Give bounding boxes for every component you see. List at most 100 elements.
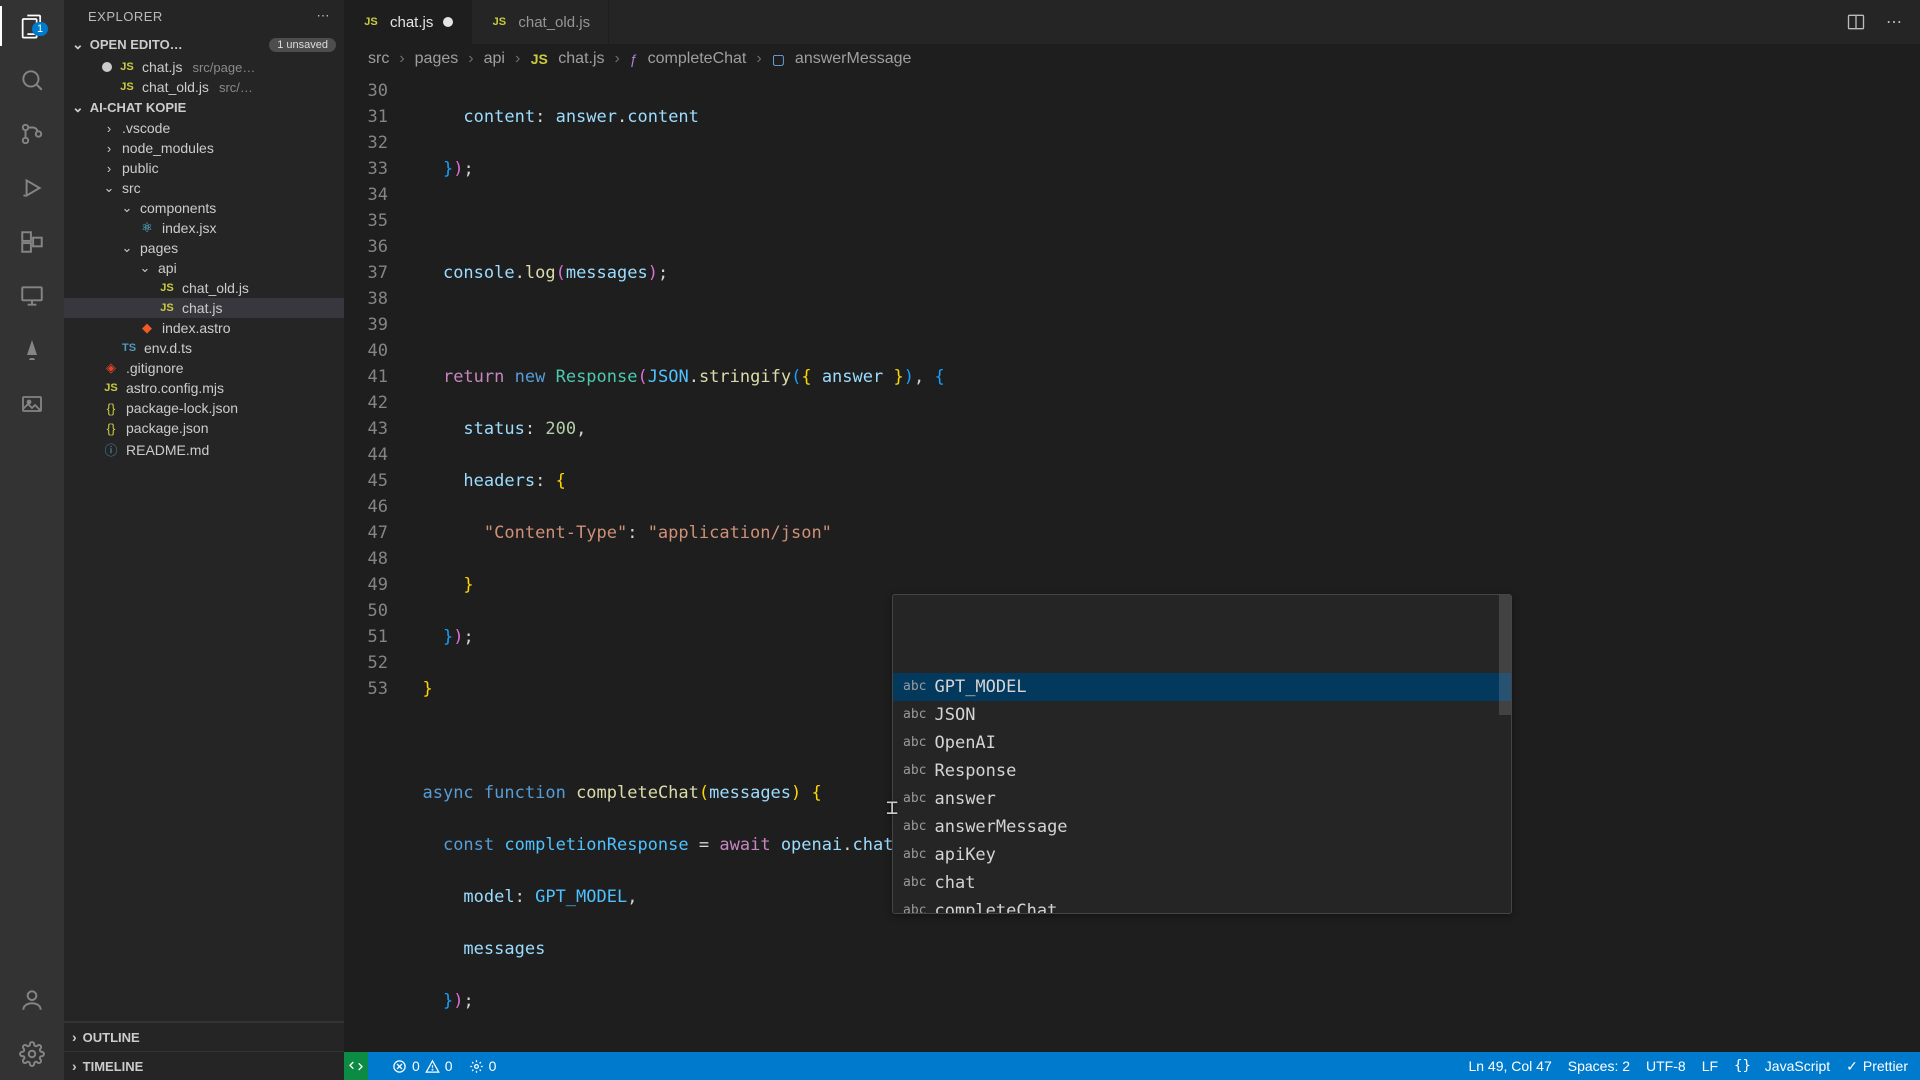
tree-folder[interactable]: ›public xyxy=(64,158,344,178)
status-encoding[interactable]: UTF-8 xyxy=(1646,1058,1686,1074)
tree-file[interactable]: JS astro.config.mjs xyxy=(64,378,344,398)
suggest-item[interactable]: abccompleteChat xyxy=(893,897,1511,914)
tree-folder[interactable]: ⌄api xyxy=(64,258,344,278)
code-editor[interactable]: 3031323334353637383940414243444546474849… xyxy=(344,74,1920,1052)
chevron-down-icon: ⌄ xyxy=(138,260,152,276)
text-suggestion-icon: abc xyxy=(903,898,926,914)
breadcrumb-item[interactable]: api xyxy=(484,50,505,68)
status-eol[interactable]: LF xyxy=(1702,1058,1718,1074)
text-suggestion-icon: abc xyxy=(903,674,926,700)
file-label: README.md xyxy=(126,442,209,458)
status-problems[interactable]: 0 0 xyxy=(392,1058,453,1074)
suggest-item[interactable]: abcOpenAI xyxy=(893,729,1511,757)
suggest-item[interactable]: abcanswerMessage xyxy=(893,813,1511,841)
dirty-dot-icon xyxy=(102,62,112,72)
tree-folder[interactable]: ⌄src xyxy=(64,178,344,198)
tree-file[interactable]: ◆index.astro xyxy=(64,318,344,338)
status-language[interactable]: {} JavaScript xyxy=(1734,1058,1830,1074)
status-warnings-count: 0 xyxy=(445,1058,453,1074)
source-control-icon[interactable] xyxy=(16,118,48,150)
sidebar-more-icon[interactable]: ⋯ xyxy=(317,8,331,24)
tab-chat-js[interactable]: JS chat.js xyxy=(344,0,472,44)
json-file-icon: {} xyxy=(102,401,120,416)
suggest-item[interactable]: abcJSON xyxy=(893,701,1511,729)
workspace-section[interactable]: ⌄ AI-CHAT KOPIE xyxy=(64,97,344,118)
tree-folder[interactable]: ⌄components xyxy=(64,198,344,218)
tree-file[interactable]: TSenv.d.ts xyxy=(64,338,344,358)
explorer-icon[interactable]: 1 xyxy=(16,10,48,42)
extensions-icon[interactable] xyxy=(16,226,48,258)
remote-indicator-icon[interactable] xyxy=(344,1052,368,1080)
chevron-down-icon: ⌄ xyxy=(120,200,134,216)
text-suggestion-icon: abc xyxy=(903,842,926,868)
minimap[interactable] xyxy=(1902,74,1920,1052)
tab-bar: JS chat.js JS chat_old.js ⋯ xyxy=(344,0,1920,44)
tree-file-selected[interactable]: JSchat.js xyxy=(64,298,344,318)
tree-file[interactable]: JSchat_old.js xyxy=(64,278,344,298)
suggest-scrollbar-thumb[interactable] xyxy=(1499,595,1511,715)
status-errors-count: 0 xyxy=(412,1058,420,1074)
chevron-down-icon: ⌄ xyxy=(120,240,134,256)
code-content[interactable]: content: answer.content }); console.log(… xyxy=(402,74,1902,1052)
suggest-label: JSON xyxy=(934,702,975,728)
breadcrumb-item[interactable]: chat.js xyxy=(558,50,604,68)
open-editors-section[interactable]: ⌄ OPEN EDITO… 1 unsaved xyxy=(64,32,344,57)
timeline-section[interactable]: ›TIMELINE xyxy=(64,1051,344,1080)
folder-label: public xyxy=(122,160,159,176)
breadcrumb[interactable]: src› pages› api› JS chat.js› ƒ completeC… xyxy=(344,44,1920,74)
breadcrumb-item[interactable]: pages xyxy=(415,50,459,68)
run-debug-icon[interactable] xyxy=(16,172,48,204)
suggest-label: Response xyxy=(934,758,1016,784)
suggest-label: answerMessage xyxy=(934,814,1067,840)
breadcrumb-item[interactable]: src xyxy=(368,50,389,68)
suggest-item[interactable]: abcchat xyxy=(893,869,1511,897)
file-label: astro.config.mjs xyxy=(126,380,224,396)
image-preview-icon[interactable] xyxy=(16,388,48,420)
suggest-item[interactable]: abcapiKey xyxy=(893,841,1511,869)
tree-file[interactable]: {}package-lock.json xyxy=(64,398,344,418)
js-file-icon: JS xyxy=(102,382,120,394)
search-icon[interactable] xyxy=(16,64,48,96)
status-cursor-position[interactable]: Ln 49, Col 47 xyxy=(1468,1058,1551,1074)
tree-file[interactable]: ◈.gitignore xyxy=(64,358,344,378)
chevron-down-icon: ⌄ xyxy=(102,180,116,196)
status-ports-count: 0 xyxy=(489,1058,497,1074)
status-ports[interactable]: 0 xyxy=(469,1058,497,1074)
workspace-name: AI-CHAT KOPIE xyxy=(90,100,187,115)
tree-file[interactable]: ⚛index.jsx xyxy=(64,218,344,238)
more-actions-icon[interactable]: ⋯ xyxy=(1886,12,1902,32)
tree-folder[interactable]: ›node_modules xyxy=(64,138,344,158)
suggest-item[interactable]: abcGPT_MODEL xyxy=(893,673,1511,701)
account-icon[interactable] xyxy=(16,984,48,1016)
suggest-item[interactable]: abc Response xyxy=(893,757,1511,785)
open-editor-item[interactable]: JS chat.js src/page… xyxy=(64,57,344,77)
js-file-icon: JS xyxy=(118,81,136,93)
breadcrumb-item[interactable]: answerMessage xyxy=(795,50,912,68)
open-editor-item[interactable]: JS chat_old.js src/… xyxy=(64,77,344,97)
file-label: env.d.ts xyxy=(144,340,192,356)
settings-gear-icon[interactable] xyxy=(16,1038,48,1070)
git-file-icon: ◈ xyxy=(102,360,120,376)
dirty-dot-icon xyxy=(443,17,453,27)
breadcrumb-item[interactable]: completeChat xyxy=(648,50,747,68)
tree-folder[interactable]: ⌄pages xyxy=(64,238,344,258)
sidebar: EXPLORER ⋯ ⌄ OPEN EDITO… 1 unsaved JS ch… xyxy=(64,0,344,1080)
status-prettier[interactable]: ✓Prettier xyxy=(1846,1058,1908,1075)
chevron-down-icon: ⌄ xyxy=(72,99,84,116)
open-editor-hint: src/page… xyxy=(192,60,255,75)
remote-explorer-icon[interactable] xyxy=(16,280,48,312)
js-file-icon: JS xyxy=(490,16,508,28)
outline-section[interactable]: ›OUTLINE xyxy=(64,1022,344,1051)
tab-chat-old-js[interactable]: JS chat_old.js xyxy=(472,0,609,44)
variable-symbol-icon: ▢ xyxy=(772,51,785,68)
open-editor-hint: src/… xyxy=(219,80,253,95)
status-indentation[interactable]: Spaces: 2 xyxy=(1568,1058,1630,1074)
text-suggestion-icon: abc xyxy=(903,758,926,784)
tree-file[interactable]: ⓘREADME.md xyxy=(64,438,344,461)
tree-folder[interactable]: ›.vscode xyxy=(64,118,344,138)
astro-icon[interactable] xyxy=(16,334,48,366)
split-editor-icon[interactable] xyxy=(1846,12,1866,32)
suggest-item[interactable]: abcanswer xyxy=(893,785,1511,813)
tree-file[interactable]: {}package.json xyxy=(64,418,344,438)
intellisense-suggest-widget[interactable]: abcGPT_MODELabcJSONabcOpenAIabcResponsea… xyxy=(892,594,1512,914)
